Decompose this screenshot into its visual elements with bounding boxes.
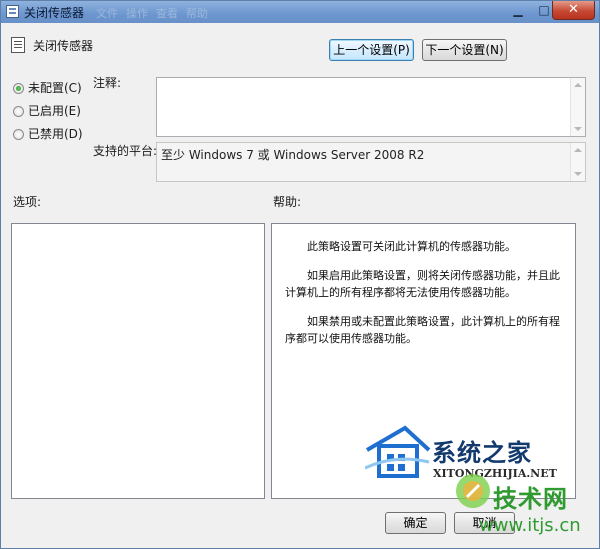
policy-editor-window: 关闭传感器 文件 操作 查看 帮助 ▁ □ ✕ 关闭传感器 上一个设置(P) 下… (0, 0, 600, 549)
options-panel (11, 223, 265, 499)
ok-button[interactable]: 确定 (385, 512, 446, 534)
scroll-down-icon[interactable] (574, 127, 582, 131)
scroll-up-icon[interactable] (574, 148, 582, 152)
next-setting-button[interactable]: 下一个设置(N) (422, 39, 507, 61)
policy-setting-icon (11, 37, 25, 53)
ghost-menu-help: 帮助 (186, 7, 208, 20)
help-paragraph: 如果启用此策略设置，则将关闭传感器功能，并且此计算机上的所有程序都将无法使用传感… (285, 269, 560, 299)
help-label: 帮助: (273, 195, 302, 209)
radio-label: 已启用(E) (28, 104, 81, 118)
minimize-button[interactable]: ▁ (505, 2, 531, 19)
watermark-url: www.itjs.cn (479, 515, 581, 536)
radio-button-checked[interactable] (13, 83, 24, 94)
window-title: 关闭传感器 (24, 6, 85, 20)
radio-disabled[interactable]: 已禁用(D) (13, 125, 83, 142)
radio-label: 已禁用(D) (28, 127, 83, 141)
title-bar[interactable]: 关闭传感器 文件 操作 查看 帮助 ▁ □ ✕ (1, 1, 599, 23)
watermark-brand-2: 技术网 (493, 485, 568, 513)
comment-label: 注释: (93, 76, 122, 90)
radio-button[interactable] (13, 106, 24, 117)
ghost-menu-file: 文件 (96, 7, 118, 20)
scroll-up-icon[interactable] (574, 83, 582, 87)
close-icon: ✕ (568, 2, 579, 17)
scroll-down-icon[interactable] (574, 172, 582, 176)
radio-label: 未配置(C) (28, 81, 82, 95)
ghost-menu-action: 操作 (126, 7, 148, 20)
radio-enabled[interactable]: 已启用(E) (13, 102, 81, 119)
setting-title: 关闭传感器 (33, 39, 94, 53)
comment-textarea[interactable] (156, 77, 586, 137)
close-button[interactable]: ✕ (552, 1, 595, 20)
help-paragraph: 此策略设置可关闭此计算机的传感器功能。 (307, 240, 516, 253)
itjs-logo-icon (456, 474, 490, 508)
previous-setting-button[interactable]: 上一个设置(P) (329, 39, 414, 61)
platform-field: 至少 Windows 7 或 Windows Server 2008 R2 (156, 142, 586, 182)
watermark-brand: 系统之家 (432, 439, 532, 467)
platform-label: 支持的平台: (93, 144, 158, 158)
platform-value: 至少 Windows 7 或 Windows Server 2008 R2 (161, 148, 425, 162)
policy-icon (6, 5, 19, 18)
platform-scrollbar[interactable] (570, 143, 585, 181)
options-label: 选项: (13, 195, 42, 209)
radio-not-configured[interactable]: 未配置(C) (13, 79, 82, 96)
help-paragraph: 如果禁用或未配置此策略设置，此计算机上的所有程序都可以使用传感器功能。 (285, 315, 560, 345)
comment-scrollbar[interactable] (570, 78, 585, 136)
help-text: 此策略设置可关闭此计算机的传感器功能。 如果启用此策略设置，则将关闭传感器功能，… (285, 238, 565, 359)
radio-button[interactable] (13, 129, 24, 140)
ghost-menu-view: 查看 (156, 7, 178, 20)
